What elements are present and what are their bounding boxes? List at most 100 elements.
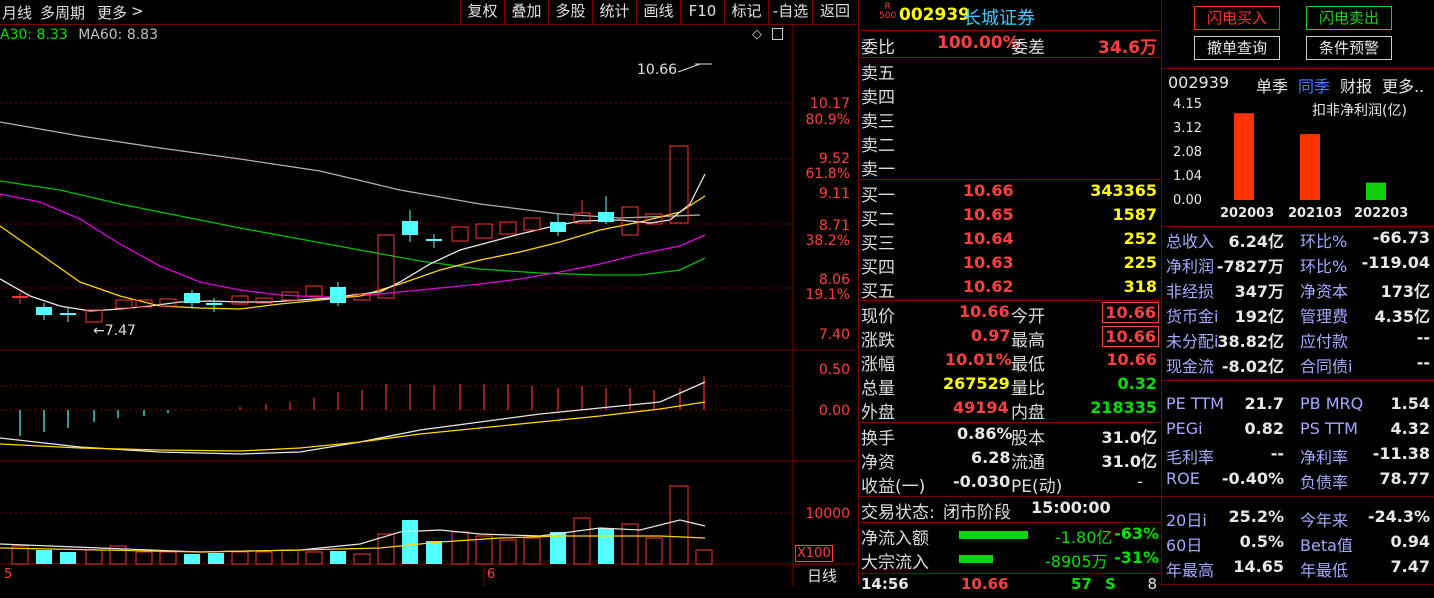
fin-value: 21.7 [1244,394,1284,413]
fin-label: PEGi [1166,419,1203,438]
ma-magenta-line [0,193,706,298]
fin-row: 现金流 -8.02亿 合同债i -- [1162,353,1434,378]
fin-value: 347万 [1234,282,1284,301]
quote-row-turnover: 换手 0.86% 股本 31.0亿 [861,424,1157,449]
fin-label: 应付款 [1300,332,1349,351]
period-selector[interactable]: 月线 [2,2,32,23]
fin-row: 60日 0.5% Beta值 0.94 [1162,532,1434,557]
quote-row-price: 现价 10.66 今开 10.66 [859,302,1161,327]
fin-value: 38.82亿 [1217,332,1284,351]
fin-value: 25.2% [1228,507,1284,526]
buy2-row[interactable]: 买二 10.65 1587 [859,205,1161,230]
fin-label: 未分配i [1166,332,1219,351]
fin-label: 负债率 [1300,473,1349,492]
x-tick: 202203 [1354,206,1409,221]
finance-panel: 闪电买入 闪电卖出 撤单查询 条件预警 002939 单季 同季 财报 更多..… [1162,0,1434,586]
buy3-row[interactable]: 买三 10.64 252 [859,229,1161,254]
axis-label-price: 9.52 [818,151,850,167]
sell3-row[interactable]: 卖三 [859,107,1161,132]
fin-label: 净利率 [1300,448,1349,467]
fin-row: PE TTM 21.7 PB MRQ 1.54 [1162,394,1434,419]
sell4-row[interactable]: 卖四 [859,83,1161,108]
fin-label: 合同债i [1300,357,1353,376]
fin-label: PS TTM [1300,419,1358,438]
draw-line-button[interactable]: 画线 [636,0,680,23]
fin-label: 净利润 [1166,257,1215,276]
macd-axis-label: 0.50 [818,362,850,378]
fin-value: -66.73 [1372,228,1430,247]
fin-row: PEGi 0.82 PS TTM 4.32 [1162,419,1434,444]
order-book-panel: R 500 002939 长城证券 委比 100.00% 委差 34.6万 卖五 … [858,0,1162,593]
fin-value: 173亿 [1380,282,1430,301]
kline-chart[interactable] [0,24,856,586]
fin-value: -- [1416,353,1430,372]
quote-row-eps: 收益(一) -0.030 PE(动) - [861,472,1143,497]
overlay-button[interactable]: 叠加 [504,0,548,23]
tab-same-quarter[interactable]: 同季 [1298,73,1330,97]
mark-button[interactable]: 标记 [724,0,768,23]
buy5-row[interactable]: 买五 10.62 318 [859,277,1161,302]
fin-label: PB MRQ [1300,394,1364,413]
rong-badge: R 500 [879,2,897,21]
remove-watchlist-button[interactable]: -自选 [768,0,812,23]
tab-more[interactable]: 更多.. [1382,73,1424,97]
macd-axis-label: 0.00 [818,403,850,419]
buy1-row[interactable]: 买一 10.66 343365 [859,181,1161,206]
axis-label-pct: 19.1% [805,287,850,303]
sell1-row[interactable]: 卖一 [859,155,1161,180]
tab-single-quarter[interactable]: 单季 [1256,73,1288,97]
fin-value: 78.77 [1379,469,1430,488]
quote-row-netasset: 净资 6.28 流通 31.0亿 [861,448,1157,473]
flash-buy-button[interactable]: 闪电买入 [1194,6,1280,30]
net-inflow-row: 净流入额 -1.80亿 -63% [861,524,1159,549]
fin-label: 非经损 [1166,282,1215,301]
multi-stock-button[interactable]: 多股 [548,0,592,23]
stats-button[interactable]: 统计 [592,0,636,23]
fin-label: 毛利率 [1166,448,1215,467]
fuquan-button[interactable]: 复权 [460,0,504,23]
volume-bars [11,485,713,565]
chart-toolbar: 月线 多周期 更多 > 复权 叠加 多股 统计 画线 F10 标记 -自选 返回 [0,0,856,25]
volume-axis-label: 10000 [805,506,850,522]
fin-row: 年最高 14.65 年最低 7.47 [1162,557,1434,582]
fin-row: 未分配i 38.82亿 应付款 -- [1162,328,1434,353]
tab-report[interactable]: 财报 [1340,73,1372,97]
axis-label-price: 8.71 [818,218,850,234]
trade-status-row: 交易状态: 闭市阶段 15:00:00 [861,498,1111,523]
fin-value: 192亿 [1234,307,1284,326]
fin-row: 货币金i 192亿 管理费 4.35亿 [1162,303,1434,328]
quote-row-volume: 总量 267529 量比 0.32 [861,374,1157,399]
sell5-row[interactable]: 卖五 [859,59,1161,84]
axis-label-pct: 61.8% [805,166,850,182]
flash-sell-button[interactable]: 闪电卖出 [1306,6,1392,30]
multi-period-button[interactable]: 多周期 [40,2,85,23]
fin-label: 环比% [1300,232,1348,251]
condition-alert-button[interactable]: 条件预警 [1306,36,1392,60]
buy4-row[interactable]: 买四 10.63 225 [859,253,1161,278]
weibi-row: 委比 100.00% 委差 34.6万 [861,33,1157,58]
fin-value: -119.04 [1361,253,1430,272]
f10-button[interactable]: F10 [680,0,724,23]
x-tick: 202003 [1220,206,1275,221]
volume-unit-label: X100 [795,545,833,562]
chevron-right-icon[interactable]: > [131,2,144,20]
fin-label: 20日i [1166,511,1207,530]
fin-value: 0.82 [1244,419,1284,438]
y-tick: 2.08 [1173,145,1202,160]
high-pointer [677,63,701,73]
fin-row: 总收入 6.24亿 环比% -66.73 [1162,228,1434,253]
stock-name[interactable]: 长城证券 [963,4,1035,30]
more-button[interactable]: 更多 [97,2,127,23]
fin-label: Beta值 [1300,536,1353,555]
cancel-query-button[interactable]: 撤单查询 [1194,36,1280,60]
x-tick: 202103 [1288,206,1343,221]
y-tick: 3.12 [1173,121,1202,136]
period-tag[interactable]: 日线 [807,565,837,586]
axis-label-price: 9.11 [818,186,850,202]
back-button[interactable]: 返回 [812,0,857,23]
fin-value: 7.47 [1390,557,1430,576]
fin-value: -7827万 [1216,257,1284,276]
sell2-row[interactable]: 卖二 [859,131,1161,156]
quote-row-change: 涨跌 0.97 最高 10.66 [859,326,1161,351]
quote-row-pct: 涨幅 10.01% 最低 10.66 [861,350,1157,375]
